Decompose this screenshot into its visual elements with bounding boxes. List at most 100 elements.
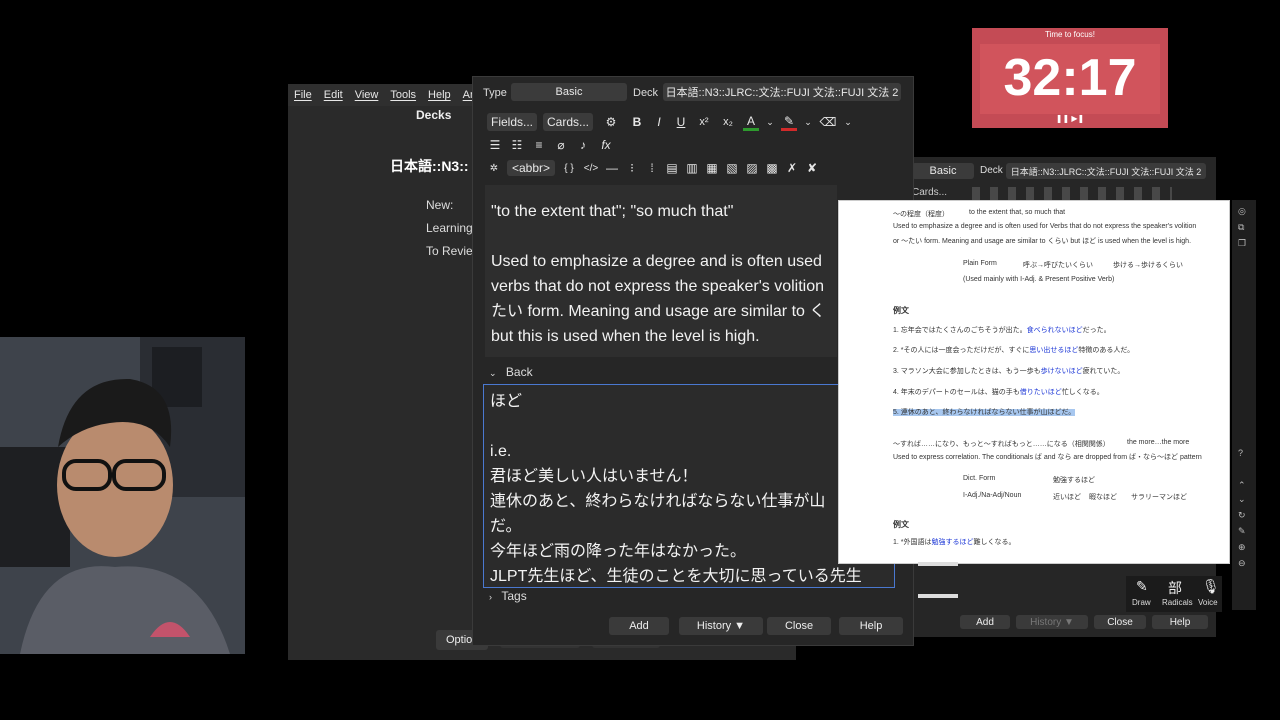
preview-heading2: 〜すれば……になり、もっと〜すればもっと……になる（相関関係） xyxy=(893,441,1110,448)
deck-selector[interactable]: 日本語::N3::JLRC::文法::FUJI 文法::FUJI 文法 2 xyxy=(1006,163,1206,179)
type-selector[interactable]: Basic xyxy=(511,83,627,101)
outdent-icon[interactable]: ▥ xyxy=(685,161,699,175)
align-left-icon[interactable]: ▧ xyxy=(725,161,739,175)
code-button[interactable]: </> xyxy=(583,163,599,174)
align-icon[interactable]: ≡ xyxy=(531,138,547,152)
front-field[interactable]: "to the extent that"; "so much that" Use… xyxy=(485,185,837,357)
chevron-down-icon[interactable]: ⌄ xyxy=(803,117,813,128)
back-field[interactable]: ほど i.e. 君ほど美しい人はいません！ 連休のあと、終わらなければならない仕… xyxy=(483,384,895,588)
voice-label[interactable]: Voice xyxy=(1198,598,1218,607)
settings-icon[interactable]: ◎ xyxy=(1238,206,1246,217)
remove-format-icon[interactable]: ✘ xyxy=(805,161,819,175)
clear-format-icon[interactable]: ✗ xyxy=(785,161,799,175)
radicals-label[interactable]: Radicals xyxy=(1162,598,1193,607)
attach-icon[interactable]: ⌀ xyxy=(553,138,569,152)
microphone-icon[interactable]: 🎙 xyxy=(1202,578,1220,595)
front-line xyxy=(491,224,831,249)
fields-button[interactable]: Fields... xyxy=(487,113,537,131)
numbered-list-icon[interactable]: ☷ xyxy=(509,138,525,152)
superscript-button[interactable]: x² xyxy=(695,116,713,128)
chevron-down-icon[interactable]: ⌄ xyxy=(843,117,853,128)
radicals-icon[interactable]: 部 xyxy=(1168,578,1182,598)
list-icon[interactable]: ⁝ xyxy=(625,161,639,175)
front-line: たい form. Meaning and usage are similar t… xyxy=(491,303,826,320)
chevron-down-icon[interactable]: ⌄ xyxy=(1238,494,1246,505)
menu-edit[interactable]: Edit xyxy=(318,89,349,101)
help-button[interactable]: Help xyxy=(1152,615,1208,629)
cards-button[interactable]: Cards... xyxy=(912,187,947,198)
preview-example: 1. *外国語は勉強するほど難しくなる。 xyxy=(893,539,1016,546)
edit-icon[interactable]: ✎ xyxy=(1238,526,1246,537)
stat-review-label: To Revie xyxy=(426,244,473,258)
timer-controls[interactable]: ❚❚ ▶❚ xyxy=(972,114,1168,123)
timer-label: Time to focus! xyxy=(1045,30,1095,39)
draw-icon[interactable]: ✎ xyxy=(1136,578,1148,595)
add-button[interactable]: Add xyxy=(960,615,1010,629)
menu-help[interactable]: Help xyxy=(422,89,457,101)
help-icon[interactable]: ? xyxy=(1238,448,1243,458)
chevron-up-icon[interactable]: ⌃ xyxy=(1238,480,1246,491)
plugin-icon[interactable]: ✲ xyxy=(487,163,501,174)
italic-button[interactable]: I xyxy=(651,115,667,129)
add-button[interactable]: Add xyxy=(609,617,669,635)
back-line: i.e. xyxy=(490,443,512,460)
back-line: ほど xyxy=(490,393,523,410)
preview-an1: 近いほど xyxy=(1053,494,1081,501)
hr-icon[interactable]: — xyxy=(605,161,619,175)
microphone-icon[interactable]: ♪ xyxy=(575,138,591,152)
cards-button[interactable]: Cards... xyxy=(543,113,593,131)
chevron-down-icon: ⌄ xyxy=(489,368,497,378)
close-button[interactable]: Close xyxy=(767,617,831,635)
preview-an3: サラリーマンほど xyxy=(1131,494,1187,501)
timer-display: 32:17 xyxy=(980,44,1160,114)
align-right-icon[interactable]: ▨ xyxy=(745,161,759,175)
deck-name[interactable]: 日本語::N3:: xyxy=(390,156,469,176)
back-line: 君ほど美しい人はいません！ xyxy=(490,468,698,485)
preview-examples-title: 例文 xyxy=(893,520,909,529)
help-button[interactable]: Help xyxy=(839,617,903,635)
timer-time: 32:17 xyxy=(1003,49,1137,107)
tags-toggle[interactable]: › Tags xyxy=(489,589,527,603)
math-icon[interactable]: fx xyxy=(597,138,615,152)
menu-tools[interactable]: Tools xyxy=(384,89,422,101)
paste-icon[interactable]: ❐ xyxy=(1238,238,1246,249)
menu-file[interactable]: File xyxy=(288,89,318,101)
history-button[interactable]: History ▼ xyxy=(679,617,763,635)
preview-example-selected: 5. 連休のあと、終わらなければならない仕事が山ほどだ。 xyxy=(893,409,1076,416)
braces-button[interactable]: { } xyxy=(561,163,577,174)
copy-icon[interactable]: ⧉ xyxy=(1238,222,1244,233)
chevron-right-icon: › xyxy=(489,592,492,602)
numbered-list-icon[interactable]: ⁞ xyxy=(645,161,659,175)
indent-icon[interactable]: ▤ xyxy=(665,161,679,175)
chevron-down-icon[interactable]: ⌄ xyxy=(765,117,775,128)
history-button[interactable]: History ▼ xyxy=(1016,615,1088,629)
gear-icon[interactable]: ⚙ xyxy=(599,115,623,129)
highlight-icon[interactable]: ✎ xyxy=(781,114,797,131)
bold-button[interactable]: B xyxy=(629,115,645,129)
deck-selector[interactable]: 日本語::N3::JLRC::文法::FUJI 文法::FUJI 文法 2 xyxy=(663,83,901,101)
preview-heading-en: to the extent that, so much that xyxy=(969,209,1066,216)
preview-desc: Used to emphasize a degree and is often … xyxy=(893,223,1197,230)
back-field-label[interactable]: ⌄ Back xyxy=(489,365,533,379)
refresh-icon[interactable]: ↻ xyxy=(1238,510,1246,521)
font-color-button[interactable]: A xyxy=(743,114,759,131)
menu-view[interactable]: View xyxy=(349,89,385,101)
subscript-button[interactable]: x₂ xyxy=(719,116,737,128)
zoom-in-icon[interactable]: ⊕ xyxy=(1238,542,1246,553)
kanji-input-tool: ✎ Draw 部 Radicals 🎙 Voice xyxy=(1126,576,1222,612)
close-button[interactable]: Close xyxy=(1094,615,1146,629)
draw-label[interactable]: Draw xyxy=(1132,598,1151,607)
align-center-icon[interactable]: ▦ xyxy=(705,161,719,175)
type-selector[interactable]: Basic xyxy=(912,163,974,179)
back-line: JLPT先生ほど、生徒のことを大切に思っている先生 xyxy=(490,568,862,585)
justify-icon[interactable]: ▩ xyxy=(765,161,779,175)
eraser-icon[interactable]: ⌫ xyxy=(819,115,837,129)
preview-heading: 〜の程度（程度） xyxy=(893,211,949,218)
zoom-out-icon[interactable]: ⊖ xyxy=(1238,558,1246,569)
deck-label: Deck xyxy=(980,165,1003,176)
bullet-list-icon[interactable]: ☰ xyxy=(487,138,503,152)
preview-desc3: Used to express correlation. The conditi… xyxy=(893,454,1202,461)
underline-button[interactable]: U xyxy=(673,115,689,129)
front-line: verbs that do not express the speaker's … xyxy=(491,278,825,295)
abbr-button[interactable]: <abbr> xyxy=(507,160,555,176)
